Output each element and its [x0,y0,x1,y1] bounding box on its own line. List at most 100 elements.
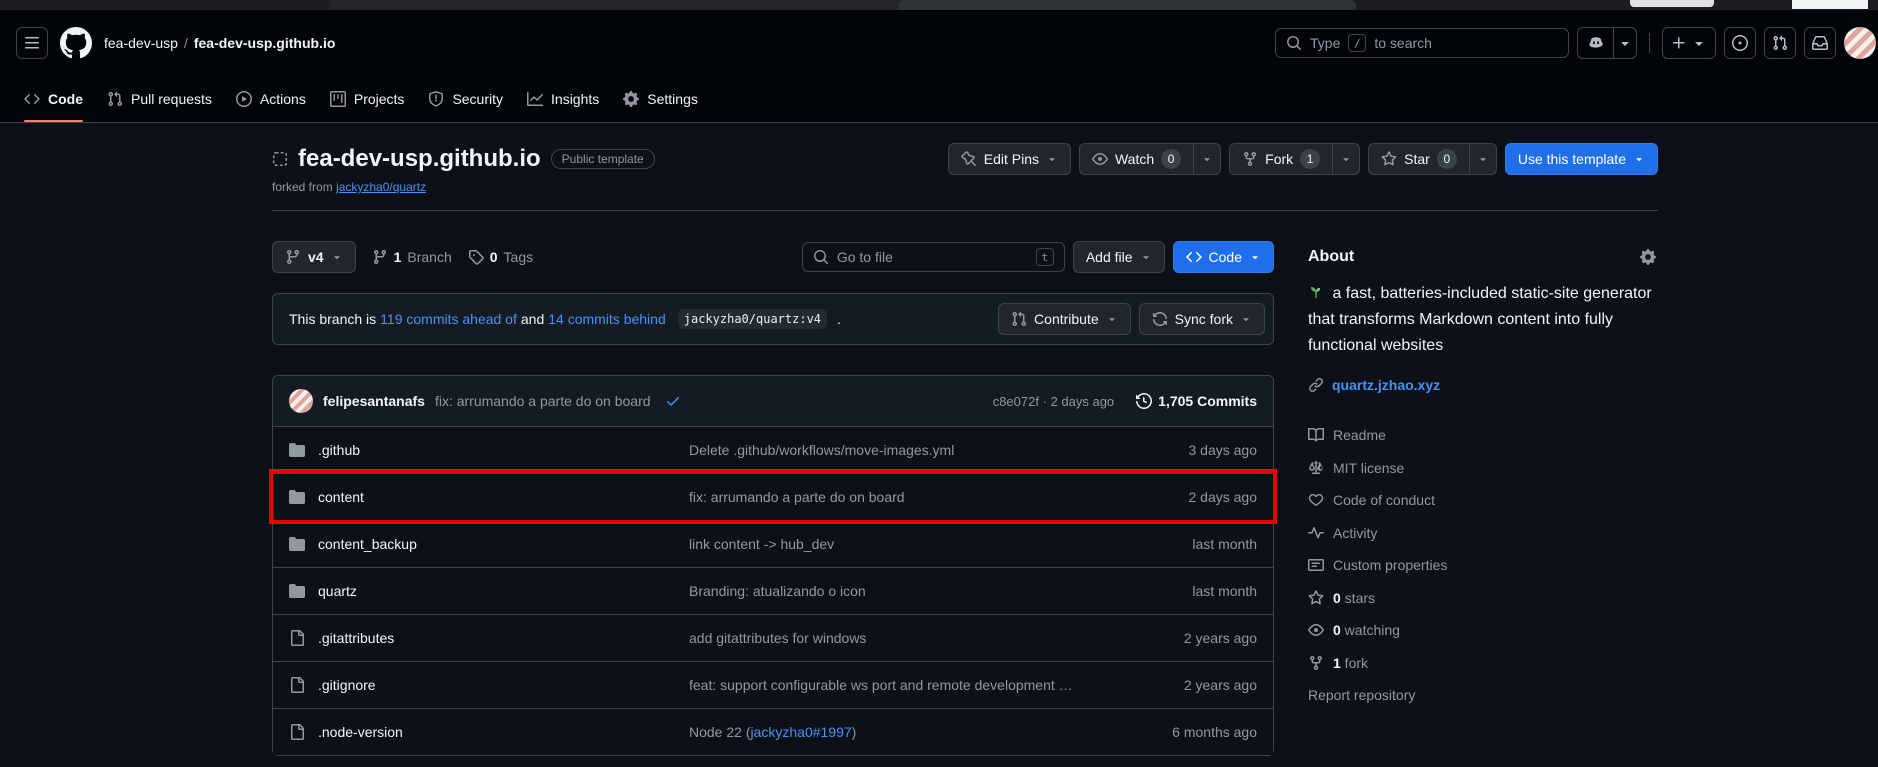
branch-status-text: This branch is 119 commits ahead of and … [289,309,841,329]
star-dropdown-button[interactable] [1469,143,1497,175]
fork-button[interactable]: Fork 1 [1229,143,1332,175]
edit-pins-button[interactable]: Edit Pins [948,143,1071,175]
file-row-content[interactable]: contentfix: arrumando a parte do on boar… [273,473,1273,520]
file-link[interactable]: content [318,489,364,505]
visibility-badge: Public template [551,149,655,169]
global-search-input[interactable]: Type / to search [1275,28,1569,58]
fork-dropdown-button[interactable] [1332,143,1360,175]
git-pull-request-icon [1772,35,1788,51]
commit-sha[interactable]: c8e072f [993,394,1039,409]
file-row-.gitignore[interactable]: .gitignorefeat: support configurable ws … [273,661,1273,708]
watch-dropdown-button[interactable] [1193,143,1221,175]
git-pull-request-icon [1011,311,1027,327]
tab-pull-requests[interactable]: Pull requests [99,84,220,114]
commit-message-link[interactable]: fix: arrumando a parte do on board [435,393,651,409]
commits-ahead-link[interactable]: 119 commits ahead of [380,311,517,327]
create-new-button[interactable] [1662,27,1716,59]
chevron-down-icon [1046,153,1058,165]
inbox-button[interactable] [1804,27,1836,59]
use-this-template-button[interactable]: Use this template [1505,143,1658,175]
about-link-activity[interactable]: Activity [1308,517,1658,550]
about-link-fork[interactable]: 1 fork [1308,647,1658,680]
tab-label: Pull requests [131,91,212,107]
file-age: last month [1107,583,1257,599]
content-layout: v4 1 Branch 0 Tags Go to file [272,241,1658,756]
tab-insights[interactable]: Insights [519,84,607,114]
about-description: a fast, batteries-included static-site g… [1308,281,1658,359]
website-link[interactable]: quartz.jzhao.xyz [1332,377,1440,393]
repo-template-icon [272,151,288,167]
pull-requests-button[interactable] [1764,27,1796,59]
repo-nav: Code Pull requests Actions Projects Security… [0,76,1878,123]
file-row-.node-version[interactable]: .node-versionNode 22 (jackyzha0#1997)6 m… [273,708,1273,755]
tab-label: Code [48,91,83,107]
file-icon [289,630,305,646]
code-button[interactable]: Code [1173,241,1274,273]
tab-code[interactable]: Code [16,84,91,114]
user-avatar[interactable] [1844,27,1876,59]
about-settings-button[interactable] [1638,247,1658,267]
copilot-dropdown-button[interactable] [1613,27,1637,59]
tags-link[interactable]: 0 Tags [468,249,533,265]
contribute-button[interactable]: Contribute [998,303,1131,335]
browser-chrome-segment [330,0,900,10]
star-button[interactable]: Star 0 [1368,143,1469,175]
branches-link[interactable]: 1 Branch [372,249,452,265]
file-row-.github[interactable]: .github Delete .github/workflows/move-ima… [273,426,1273,473]
watch-button[interactable]: Watch 0 [1079,143,1193,175]
file-link[interactable]: .node-version [318,724,403,740]
file-link[interactable]: .gitattributes [318,630,394,646]
about-link-watching[interactable]: 0 watching [1308,614,1658,647]
go-to-file-input[interactable]: Go to file t [802,242,1065,272]
breadcrumb-repo-link[interactable]: fea-dev-usp.github.io [194,35,336,51]
forked-from-link[interactable]: jackyzha0/quartz [336,180,426,194]
message-text: Delete .github/workflows/move-images.yml [689,442,954,458]
sync-fork-button[interactable]: Sync fork [1139,303,1265,335]
file-link[interactable]: quartz [318,583,357,599]
commits-behind-link[interactable]: 14 commits behind [548,311,666,327]
branch-selector-button[interactable]: v4 [272,241,356,273]
about-link-stars[interactable]: 0 stars [1308,582,1658,615]
file-name-cell: content [289,489,689,505]
copilot-button[interactable] [1577,27,1613,59]
file-link[interactable]: .github [318,442,360,458]
about-link-readme[interactable]: Readme [1308,419,1658,452]
tab-security[interactable]: Security [420,84,511,114]
git-branch-icon [372,249,388,265]
tab-projects[interactable]: Projects [322,84,413,114]
commit-author-link[interactable]: felipesantanafs [323,393,425,409]
file-row-quartz[interactable]: quartzBranding: atualizando o iconlast m… [273,567,1273,614]
tab-label: Security [452,91,503,107]
file-row-content_backup[interactable]: content_backuplink content -> hub_devlas… [273,520,1273,567]
file-age: last month [1107,536,1257,552]
file-row-.gitattributes[interactable]: .gitattributesadd gitattributes for wind… [273,614,1273,661]
breadcrumb: fea-dev-usp / fea-dev-usp.github.io [104,35,335,51]
report-repository-link[interactable]: Report repository [1308,687,1415,703]
history-icon [1136,393,1152,409]
chevron-down-icon [1477,153,1489,165]
file-link[interactable]: content_backup [318,536,417,552]
tab-actions[interactable]: Actions [228,84,314,114]
add-file-button[interactable]: Add file [1073,241,1165,273]
issues-button[interactable] [1724,27,1756,59]
folder-icon [289,489,305,505]
hamburger-menu-button[interactable] [16,27,48,59]
check-icon[interactable] [665,393,681,409]
about-link-code-of-conduct[interactable]: Code of conduct [1308,484,1658,517]
chevron-down-icon [1201,153,1213,165]
commit-history-link[interactable]: 1,705 Commits [1136,393,1257,409]
commit-author-avatar[interactable] [289,389,313,413]
file-link[interactable]: .gitignore [318,677,376,693]
about-link-custom-properties[interactable]: Custom properties [1308,549,1658,582]
commit-message-link[interactable]: jackyzha0#1997 [750,724,851,740]
header-bottom-divider [272,210,1658,211]
header-right: Type / to search [1275,27,1862,59]
gear-icon [1640,249,1656,265]
tab-settings[interactable]: Settings [615,84,706,114]
github-logo[interactable] [60,27,92,59]
latest-commit-bar: felipesantanafs fix: arrumando a parte d… [273,376,1273,426]
commit-sha-time[interactable]: c8e072f · 2 days ago [993,394,1114,409]
message-text: Node 22 ( [689,724,750,740]
about-link-mit-license[interactable]: MIT license [1308,452,1658,485]
breadcrumb-owner-link[interactable]: fea-dev-usp [104,35,178,51]
